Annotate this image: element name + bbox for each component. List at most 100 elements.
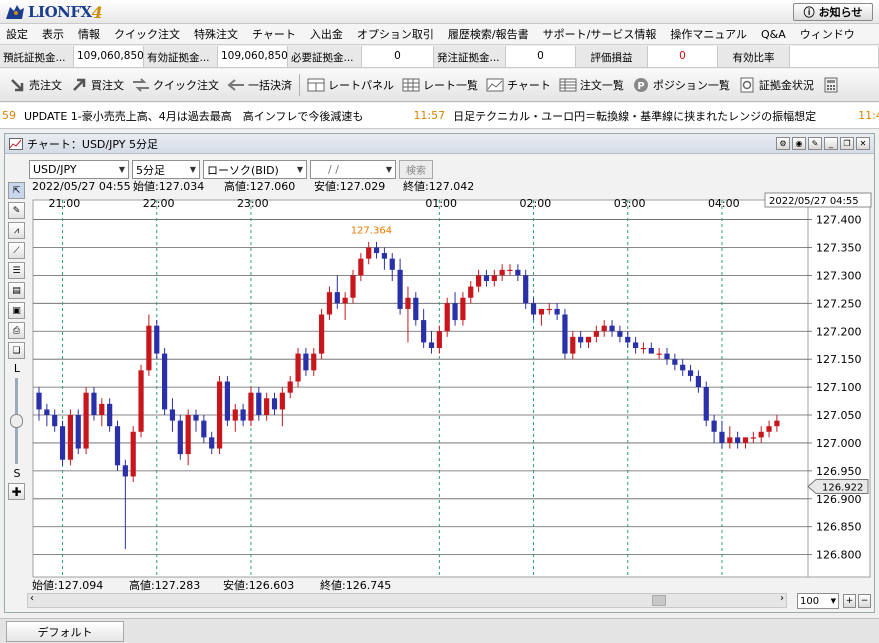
candle-body bbox=[138, 370, 144, 432]
account-label: 必要証拠金... bbox=[288, 46, 362, 67]
rate-panel-button[interactable]: レートパネル bbox=[303, 72, 398, 98]
candle-body bbox=[366, 247, 372, 259]
menu-item[interactable]: 特殊注文 bbox=[194, 26, 246, 42]
main-toolbar: 売注文 買注文 クイック注文 一括決済 レートパネル レート一覧 チャート 注文… bbox=[0, 69, 879, 102]
menu-item[interactable]: 設定 bbox=[6, 26, 36, 42]
x-tick-label: 04:00 bbox=[708, 197, 740, 210]
chart-button[interactable]: チャート bbox=[482, 72, 555, 98]
order-list-button[interactable]: 注文一覧 bbox=[555, 72, 628, 98]
current-datetime-label: 2022/05/27 04:55 bbox=[769, 196, 859, 207]
candle-body bbox=[350, 275, 356, 298]
candle-body bbox=[585, 336, 592, 343]
account-value bbox=[790, 46, 879, 67]
status-bar: デフォルト bbox=[0, 618, 879, 643]
title-bar: LIONFX 4 ⓘ お知らせ bbox=[0, 0, 879, 24]
toolbar-label: チャート bbox=[507, 79, 551, 92]
footer-open: 始値:127.094 bbox=[32, 578, 103, 592]
menu-item[interactable]: 履歴検索/報告書 bbox=[448, 26, 537, 42]
buy-order-button[interactable]: 買注文 bbox=[66, 72, 128, 98]
y-tick-label: 126.950 bbox=[816, 465, 862, 478]
candle-body bbox=[177, 420, 183, 455]
candle-body bbox=[633, 342, 639, 349]
chart-scrollbar[interactable]: ‹ › bbox=[27, 593, 787, 608]
candle-body bbox=[216, 381, 223, 449]
zoom-in-icon[interactable]: + bbox=[843, 594, 856, 608]
ticker-time: 59 bbox=[2, 109, 16, 122]
candle-body bbox=[460, 297, 466, 321]
quick-order-button[interactable]: クイック注文 bbox=[128, 72, 223, 98]
ohlc-header-datetime: 2022/05/27 04:55 bbox=[32, 180, 131, 193]
candle-body bbox=[680, 364, 686, 371]
chart-window: チャート：USD/JPY 5分足 ⚙ ◉ ✎ _ ❐ ✕ USD/JPY ▼ 5分… bbox=[4, 133, 875, 613]
menu-item[interactable]: 操作マニュアル bbox=[670, 26, 755, 42]
scroll-left-icon[interactable]: ‹ bbox=[30, 593, 34, 604]
y-tick-label: 127.250 bbox=[816, 297, 862, 310]
notice-button[interactable]: ⓘ お知らせ bbox=[793, 3, 873, 21]
zoom-value: 100 bbox=[800, 595, 820, 607]
candle-body bbox=[358, 258, 364, 276]
candlestick-chart[interactable]: 2022/05/27 04:55 始値:127.034 高値:127.060 安値:1… bbox=[5, 134, 874, 594]
rate-list-button[interactable]: レート一覧 bbox=[398, 72, 482, 98]
y-tick-label: 126.850 bbox=[816, 521, 862, 534]
menu-item[interactable]: ウィンドウ bbox=[800, 26, 863, 42]
menu-item[interactable]: 表示 bbox=[42, 26, 72, 42]
candle-body bbox=[146, 325, 152, 371]
menu-item[interactable]: Q&A bbox=[761, 28, 794, 41]
account-value: 0 bbox=[648, 46, 718, 67]
info-icon: ⓘ bbox=[803, 6, 815, 19]
menu-item[interactable]: サポート/サービス情報 bbox=[543, 26, 665, 42]
account-summary-row: 預託証拠金... 109,060,850 有効証拠金... 109,060,85… bbox=[0, 46, 879, 68]
candle-body bbox=[130, 431, 136, 477]
chevron-down-icon: ▼ bbox=[830, 597, 836, 605]
scroll-right-icon[interactable]: › bbox=[780, 593, 784, 604]
ticker-headline[interactable]: UPDATE 1-豪小売売上高、4月は過去最高 高インフレで今後減速も bbox=[24, 108, 363, 124]
scroll-thumb[interactable] bbox=[652, 595, 666, 606]
menu-item[interactable]: 情報 bbox=[78, 26, 108, 42]
candle-body bbox=[648, 348, 654, 354]
candle-body bbox=[224, 381, 230, 421]
candle-body bbox=[672, 359, 678, 365]
bulk-close-button[interactable]: 一括決済 bbox=[223, 72, 296, 98]
y-tick-label: 127.000 bbox=[816, 437, 862, 450]
candle-body bbox=[279, 392, 285, 410]
candle-body bbox=[507, 269, 513, 272]
sell-order-button[interactable]: 売注文 bbox=[4, 72, 66, 98]
candle-body bbox=[468, 286, 474, 298]
candle-body bbox=[742, 437, 749, 443]
menu-item[interactable]: 入出金 bbox=[310, 26, 351, 42]
y-tick-label: 127.150 bbox=[816, 353, 862, 366]
tab-default[interactable]: デフォルト bbox=[6, 621, 124, 642]
y-tick-label: 127.400 bbox=[816, 214, 862, 227]
x-tick-label: 03:00 bbox=[614, 197, 646, 210]
margin-status-button[interactable]: 証拠金状況 bbox=[734, 72, 818, 98]
candle-body bbox=[515, 269, 521, 276]
candle-body bbox=[389, 258, 395, 270]
menu-item[interactable]: クイック注文 bbox=[114, 26, 188, 42]
candle-body bbox=[240, 409, 246, 421]
candle-body bbox=[774, 420, 780, 427]
ticker-headline[interactable]: 日足テクニカル・ユーロ円＝転換線・基準線に挟まれたレンジの振幅想定 bbox=[453, 108, 816, 124]
toolbar-label: 売注文 bbox=[29, 79, 62, 92]
menu-item[interactable]: チャート bbox=[252, 26, 304, 42]
y-tick-label: 127.050 bbox=[816, 409, 862, 422]
news-ticker[interactable]: 59 UPDATE 1-豪小売売上高、4月は過去最高 高インフレで今後減速も 1… bbox=[0, 103, 879, 129]
account-value: 0 bbox=[506, 46, 576, 67]
menu-bar: 設定 表示 情報 クイック注文 特殊注文 チャート 入出金 オプション取引 履歴検索/報告書 サポ… bbox=[0, 24, 879, 45]
position-list-button[interactable]: P ポジション一覧 bbox=[628, 72, 734, 98]
toolbar-label: 証拠金状況 bbox=[758, 79, 814, 92]
y-tick-label: 126.800 bbox=[816, 549, 862, 562]
candle-body bbox=[695, 375, 701, 388]
zoom-out-icon[interactable]: − bbox=[858, 594, 871, 608]
candle-body bbox=[319, 314, 325, 354]
plot-area bbox=[32, 199, 809, 578]
menu-item[interactable]: オプション取引 bbox=[357, 26, 442, 42]
candle-body bbox=[609, 325, 615, 332]
account-label: 預託証拠金... bbox=[0, 46, 74, 67]
candle-body bbox=[209, 437, 215, 449]
zoom-select[interactable]: 100 ▼ bbox=[797, 593, 839, 609]
calculator-button[interactable] bbox=[818, 72, 847, 98]
candle-body bbox=[491, 275, 497, 281]
candle-body bbox=[766, 426, 772, 432]
candle-body bbox=[405, 297, 411, 309]
toolbar-label: 一括決済 bbox=[248, 79, 292, 92]
